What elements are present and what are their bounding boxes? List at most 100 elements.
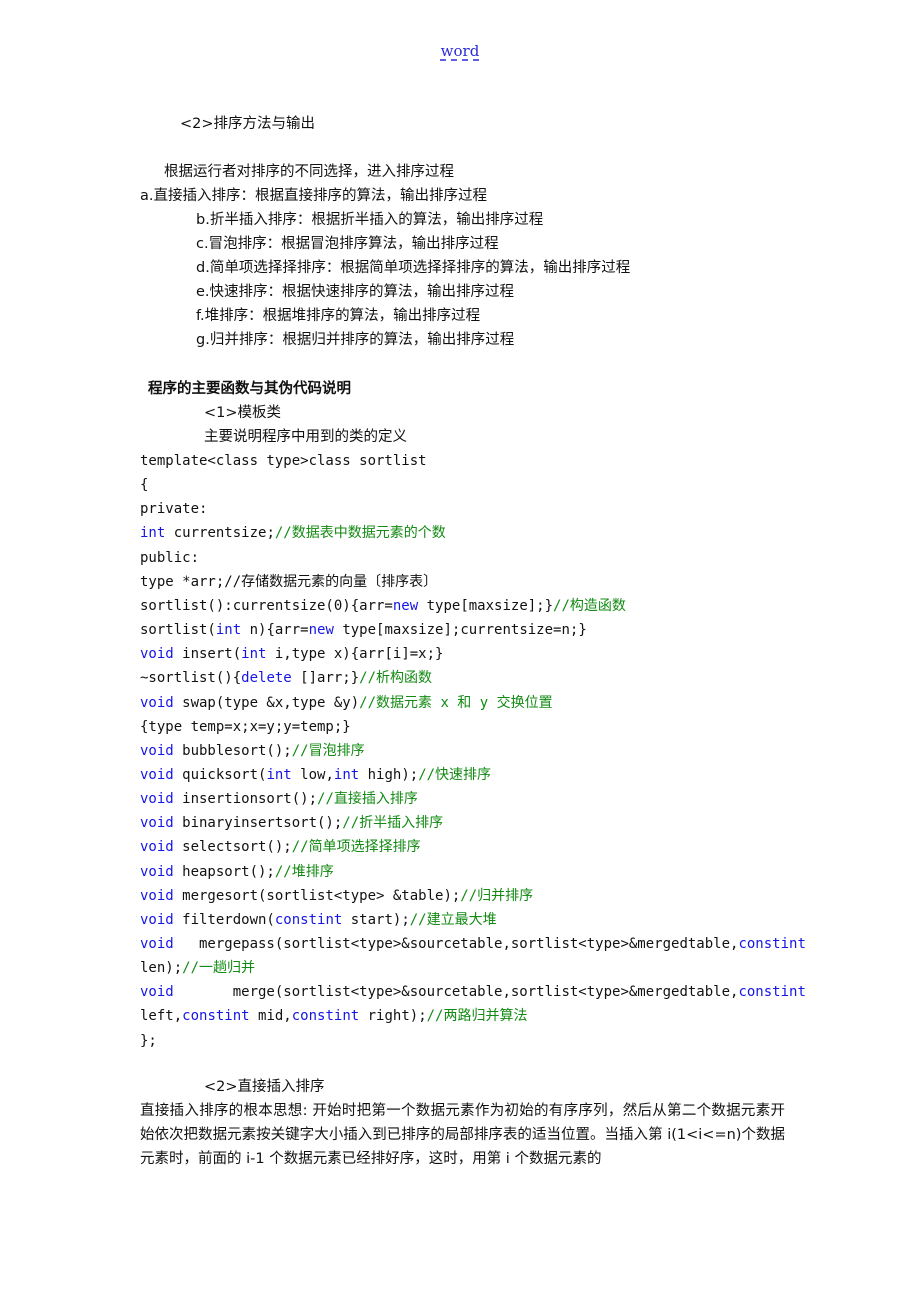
code-comment: //快速排序 <box>418 766 492 783</box>
code-text: sortlist( <box>140 622 216 639</box>
insertion-sort-paragraph: 直接插入排序的根本思想: 开始时把第一个数据元素作为初始的有序序列，然后从第二个… <box>140 1103 785 1168</box>
code-line: int currentsize;//数据表中数据元素的个数 <box>140 523 446 543</box>
code-line: void insertionsort();//直接插入排序 <box>140 789 418 809</box>
code-text: type[maxsize];currentsize=n;} <box>333 622 587 639</box>
code-keyword: constint <box>274 911 343 928</box>
code-keyword: void <box>140 936 174 952</box>
code-line: left,constint mid,constint right);//两路归并… <box>140 1006 527 1026</box>
code-comment: //折半插入排序 <box>342 815 444 832</box>
code-text: mid, <box>249 1008 292 1025</box>
code-keyword: int <box>266 766 292 783</box>
code-keyword: void <box>140 887 174 904</box>
code-line: }; <box>140 1031 157 1051</box>
code-keyword: void <box>140 863 174 880</box>
code-keyword: constint <box>291 1008 360 1025</box>
code-text: selectsort(); <box>173 839 292 856</box>
code-line: void mergesort(sortlist<type> &table);//… <box>140 886 533 906</box>
code-comment: //冒泡排序 <box>291 742 365 759</box>
code-text: sortlist():currentsize(0){arr= <box>140 597 393 614</box>
code-text: n){arr= <box>241 622 309 639</box>
code-text: {type temp=x;x=y;y=temp;} <box>140 718 351 735</box>
code-line: len);//一趟归并 <box>140 958 255 978</box>
document-page: word <2>排序方法与输出 根据运行者对排序的不同选择，进入排序过程 a.直… <box>0 0 920 1302</box>
code-line: {type temp=x;x=y;y=temp;} <box>140 717 351 737</box>
code-keyword: void <box>140 984 174 1001</box>
code-line: sortlist():currentsize(0){arr=new type[m… <box>140 596 626 616</box>
code-keyword: void <box>140 911 174 928</box>
code-text: insert( <box>173 646 242 663</box>
code-line: { <box>140 475 148 495</box>
code-text: { <box>140 477 149 494</box>
code-keyword: constint <box>738 936 806 952</box>
code-text: left, <box>140 1008 183 1025</box>
code-comment: //数据元素 x 和 y 交换位置 <box>359 694 553 711</box>
template-class-description: 主要说明程序中用到的类的定义 <box>204 429 407 445</box>
sort-option-item: c.冒泡排序：根据冒泡排序算法，输出排序过程 <box>196 236 499 252</box>
code-comment: //析构函数 <box>359 670 433 687</box>
code-keyword: new <box>392 597 419 614</box>
code-comment: //归并排序 <box>460 887 534 904</box>
code-text: private: <box>140 501 208 518</box>
code-keyword: void <box>140 839 174 856</box>
code-comment: //堆排序 <box>274 863 334 880</box>
code-keyword: void <box>140 815 174 832</box>
code-keyword: void <box>140 694 174 711</box>
code-line: ~sortlist(){delete []arr;}//析构函数 <box>140 668 432 688</box>
code-text: high); <box>359 766 419 783</box>
code-line: void binaryinsertsort();//折半插入排序 <box>140 813 443 833</box>
code-keyword: void <box>140 646 174 663</box>
code-comment: //构造函数 <box>553 597 626 614</box>
code-text: merge(sortlist<type>&sourcetable,sortlis… <box>173 984 739 1001</box>
code-text: filterdown( <box>173 911 275 928</box>
code-keyword: int <box>215 622 242 639</box>
subheading-template-class: <1>模板类 <box>204 405 282 421</box>
code-text: mergepass(sortlist<type>&sourcetable,sor… <box>173 936 739 952</box>
code-text: heapsort(); <box>173 863 275 880</box>
code-text: quicksort( <box>173 766 267 783</box>
code-comment: //简单项选择择排序 <box>291 839 421 856</box>
code-line: sortlist(int n){arr=new type[maxsize];cu… <box>140 620 587 640</box>
code-comment: //数据表中数据元素的个数 <box>274 525 446 542</box>
code-text: currentsize; <box>165 525 275 542</box>
code-keyword: delete <box>241 670 292 687</box>
code-keyword: constint <box>182 1008 250 1025</box>
code-text: ~sortlist(){ <box>140 670 242 687</box>
sort-option-item: b.折半插入排序：根据折半插入的算法，输出排序过程 <box>196 212 544 228</box>
code-keyword: new <box>308 622 334 639</box>
code-text: }; <box>140 1032 157 1049</box>
code-text: low, <box>291 766 334 783</box>
code-line: void quicksort(int low,int high);//快速排序 <box>140 765 491 785</box>
code-text: i,type x){arr[i]=x;} <box>266 646 444 663</box>
code-keyword: void <box>140 742 174 759</box>
code-text: swap(type &x,type &y) <box>173 694 360 711</box>
header-word-link[interactable]: word <box>0 42 920 60</box>
code-keyword: constint <box>738 984 806 1001</box>
code-text: start); <box>342 911 410 928</box>
code-line: void swap(type &x,type &y)//数据元素 x 和 y 交… <box>140 693 553 713</box>
code-line: private: <box>140 499 207 519</box>
code-keyword: void <box>140 791 174 808</box>
sort-option-item: d.简单项选择择排序：根据简单项选择择排序的算法，输出排序过程 <box>196 260 631 276</box>
sort-option-item: e.快速排序：根据快速排序的算法，输出排序过程 <box>196 284 515 300</box>
code-keyword: void <box>140 766 174 783</box>
sort-output-intro: 根据运行者对排序的不同选择，进入排序过程 <box>164 164 454 180</box>
sort-option-item: f.堆排序：根据堆排序的算法，输出排序过程 <box>196 308 481 324</box>
code-comment: //一趟归并 <box>182 960 256 977</box>
code-text: public: <box>140 549 200 566</box>
code-text: right); <box>359 1008 427 1025</box>
code-line: public: <box>140 548 199 568</box>
code-text: template<class type>class sortlist <box>140 453 427 469</box>
code-line: void merge(sortlist<type>&sourcetable,so… <box>140 982 806 1002</box>
subheading-insertion-sort: <2>直接插入排序 <box>204 1079 325 1095</box>
code-line: type *arr;//存储数据元素的向量〔排序表〕 <box>140 572 437 592</box>
code-line: void insert(int i,type x){arr[i]=x;} <box>140 644 443 664</box>
code-text: insertionsort(); <box>173 791 318 808</box>
code-text: binaryinsertsort(); <box>173 815 343 832</box>
code-text: []arr;} <box>291 670 360 687</box>
code-keyword: int <box>140 525 166 542</box>
code-line: void heapsort();//堆排序 <box>140 862 334 882</box>
code-line: void selectsort();//简单项选择择排序 <box>140 837 421 857</box>
code-text: type *arr;//存储数据元素的向量〔排序表〕 <box>140 573 438 590</box>
code-comment: //建立最大堆 <box>409 911 497 928</box>
section-heading-sort-output: <2>排序方法与输出 <box>180 116 316 132</box>
